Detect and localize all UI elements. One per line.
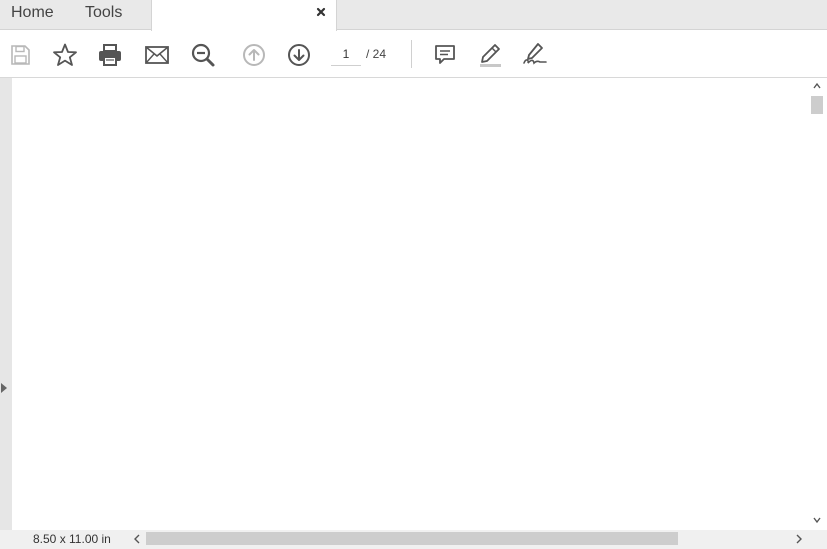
navigation-pane-strip	[0, 78, 12, 530]
page-down-icon	[287, 43, 311, 67]
email-button[interactable]	[143, 41, 171, 69]
scroll-right-icon[interactable]	[795, 534, 803, 544]
tab-home[interactable]: Home	[11, 4, 54, 22]
bookmark-button[interactable]	[51, 41, 79, 69]
sign-button[interactable]	[521, 41, 549, 69]
zoom-out-icon	[190, 42, 216, 68]
highlight-button[interactable]	[476, 41, 504, 69]
star-icon	[52, 42, 78, 68]
close-icon[interactable]	[315, 6, 327, 18]
save-icon	[9, 44, 31, 66]
email-icon	[144, 45, 170, 65]
scroll-up-icon[interactable]	[813, 82, 821, 90]
toolbar: / 24	[0, 31, 827, 78]
document-tab[interactable]	[151, 0, 337, 31]
page-down-button[interactable]	[285, 41, 313, 69]
page-total: / 24	[366, 47, 387, 61]
zoom-out-button[interactable]	[189, 41, 217, 69]
comment-button[interactable]	[431, 41, 459, 69]
tab-bar: Home Tools	[0, 0, 827, 31]
page-up-icon	[242, 43, 266, 67]
vertical-scroll-thumb[interactable]	[811, 96, 823, 114]
highlight-icon	[477, 42, 503, 68]
scroll-left-icon[interactable]	[133, 534, 141, 544]
print-button[interactable]	[96, 41, 124, 69]
page-number-input[interactable]	[331, 43, 361, 66]
status-bar: 8.50 x 11.00 in	[0, 530, 827, 549]
document-view[interactable]	[12, 78, 809, 530]
horizontal-scroll-thumb[interactable]	[146, 532, 678, 545]
sign-icon	[521, 42, 549, 68]
page-up-button[interactable]	[240, 41, 268, 69]
toolbar-separator	[411, 40, 412, 68]
scroll-down-icon[interactable]	[813, 516, 821, 524]
vertical-scrollbar[interactable]	[809, 78, 825, 530]
expand-pane-icon[interactable]	[1, 383, 7, 393]
save-button[interactable]	[6, 41, 34, 69]
comment-icon	[433, 43, 457, 67]
tab-tools[interactable]: Tools	[85, 4, 122, 22]
print-icon	[97, 43, 123, 67]
page-size-label: 8.50 x 11.00 in	[33, 532, 111, 546]
horizontal-scrollbar[interactable]	[146, 532, 786, 545]
